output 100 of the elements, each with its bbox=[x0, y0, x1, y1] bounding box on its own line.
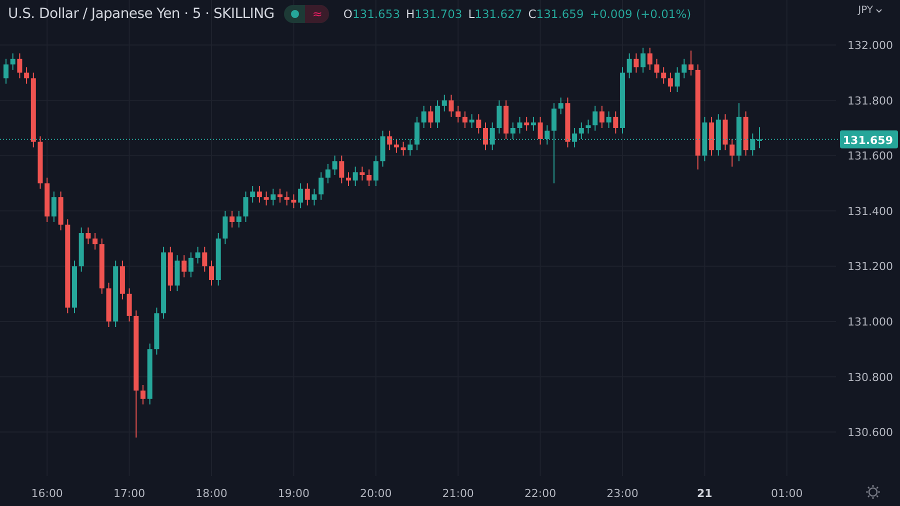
candlestick bbox=[552, 102, 556, 184]
candlestick bbox=[530, 116, 536, 132]
candlestick bbox=[578, 122, 584, 140]
candlestick bbox=[284, 191, 290, 206]
candlestick bbox=[634, 52, 639, 74]
candlestick bbox=[469, 114, 474, 128]
candlestick bbox=[517, 116, 522, 134]
candlestick bbox=[236, 210, 242, 228]
candlestick bbox=[476, 114, 482, 134]
candlestick bbox=[209, 260, 214, 286]
ohlc-value: 131.653 bbox=[352, 7, 400, 21]
price-label: 131.600 bbox=[848, 150, 893, 163]
price-label: 131.200 bbox=[848, 260, 893, 274]
candlestick bbox=[360, 166, 365, 182]
ohlc-label: O bbox=[343, 7, 352, 21]
candlestick bbox=[654, 58, 660, 79]
candlestick bbox=[572, 127, 578, 148]
candlestick bbox=[387, 130, 392, 151]
price-label: 131.000 bbox=[848, 315, 893, 328]
candlestick bbox=[24, 66, 30, 84]
candlestick bbox=[332, 155, 338, 176]
candlestick bbox=[490, 122, 495, 151]
ohlc-value: 131.627 bbox=[474, 7, 522, 21]
candlestick bbox=[524, 116, 530, 132]
candlestick bbox=[544, 124, 550, 146]
candlestick bbox=[318, 172, 324, 200]
status-badge[interactable]: ≈ bbox=[284, 5, 330, 23]
candlestick bbox=[366, 168, 372, 187]
candlestick bbox=[435, 100, 440, 128]
candlestick bbox=[195, 246, 200, 264]
candlestick bbox=[202, 246, 208, 272]
candlestick bbox=[243, 191, 248, 222]
candlestick bbox=[51, 191, 56, 222]
price-label: 131.800 bbox=[848, 94, 893, 108]
candlestick bbox=[230, 210, 235, 228]
candlestick bbox=[442, 94, 447, 112]
candlestick bbox=[599, 105, 604, 128]
time-label: 17:00 bbox=[113, 487, 146, 500]
candlestick bbox=[325, 163, 330, 184]
candlestick bbox=[339, 155, 344, 184]
ohlc-value: 131.703 bbox=[414, 7, 462, 21]
candlestick bbox=[278, 188, 282, 204]
candlestick bbox=[400, 141, 406, 156]
candlestick bbox=[606, 110, 612, 128]
candlestick bbox=[538, 116, 543, 146]
candlestick bbox=[626, 52, 632, 79]
candlestick bbox=[373, 155, 378, 187]
currency-dropdown[interactable]: JPY bbox=[858, 5, 882, 16]
time-label: 21:00 bbox=[442, 487, 474, 500]
time-label: 23:00 bbox=[606, 487, 638, 500]
time-label: 18:00 bbox=[196, 487, 228, 500]
current-price-tag: 131.659 bbox=[840, 130, 898, 148]
price-label: 132.000 bbox=[848, 39, 893, 52]
candlestick bbox=[304, 182, 310, 206]
candlestick bbox=[640, 47, 646, 74]
candlestick bbox=[730, 138, 735, 168]
candlestick bbox=[86, 226, 91, 245]
time-label: 20:00 bbox=[360, 487, 392, 500]
candlestick bbox=[750, 133, 756, 156]
ohlc-label: C bbox=[528, 7, 536, 21]
time-label: 16:00 bbox=[31, 487, 63, 500]
candlestick bbox=[586, 119, 591, 134]
candlestick bbox=[250, 186, 256, 204]
candlestick bbox=[188, 252, 194, 278]
ohlc-value: 131.659 bbox=[536, 7, 584, 21]
candlestick bbox=[346, 172, 351, 187]
candlestick bbox=[126, 288, 132, 322]
candlestick bbox=[270, 188, 276, 206]
candlestick bbox=[456, 105, 461, 123]
candlestick bbox=[592, 105, 598, 132]
time-label: 21 bbox=[697, 487, 712, 500]
settings-icon[interactable] bbox=[865, 484, 881, 500]
candlestick bbox=[298, 182, 304, 209]
candlestick bbox=[510, 122, 516, 140]
candlestick bbox=[688, 50, 694, 76]
status-symbol: ≈ bbox=[305, 5, 330, 23]
symbol-title: U.S. Dollar / Japanese Yen · 5 · SKILLING bbox=[8, 6, 274, 22]
price-label: 131.400 bbox=[848, 204, 893, 218]
candlestick bbox=[264, 191, 269, 206]
price-label: 130.800 bbox=[848, 370, 893, 384]
candlestick bbox=[647, 47, 652, 70]
candlestick bbox=[408, 138, 413, 156]
candlestick bbox=[682, 58, 687, 79]
candlestick bbox=[312, 188, 317, 206]
candlestick bbox=[558, 97, 564, 115]
candlestick bbox=[496, 100, 502, 134]
candlestick bbox=[394, 138, 399, 154]
time-label: 22:00 bbox=[524, 487, 556, 500]
candlestick bbox=[4, 58, 8, 84]
candlestick bbox=[613, 110, 618, 134]
candlestick bbox=[256, 186, 262, 204]
candlestick bbox=[448, 94, 454, 118]
candlestick bbox=[92, 232, 98, 250]
candlestick bbox=[10, 52, 16, 70]
ohlc-label: L bbox=[468, 7, 475, 21]
candlestick bbox=[462, 110, 468, 128]
ref-line-label: 131.659 bbox=[842, 134, 893, 147]
candlestick bbox=[140, 384, 146, 405]
candlestick bbox=[352, 166, 358, 187]
candlestick bbox=[182, 254, 187, 278]
